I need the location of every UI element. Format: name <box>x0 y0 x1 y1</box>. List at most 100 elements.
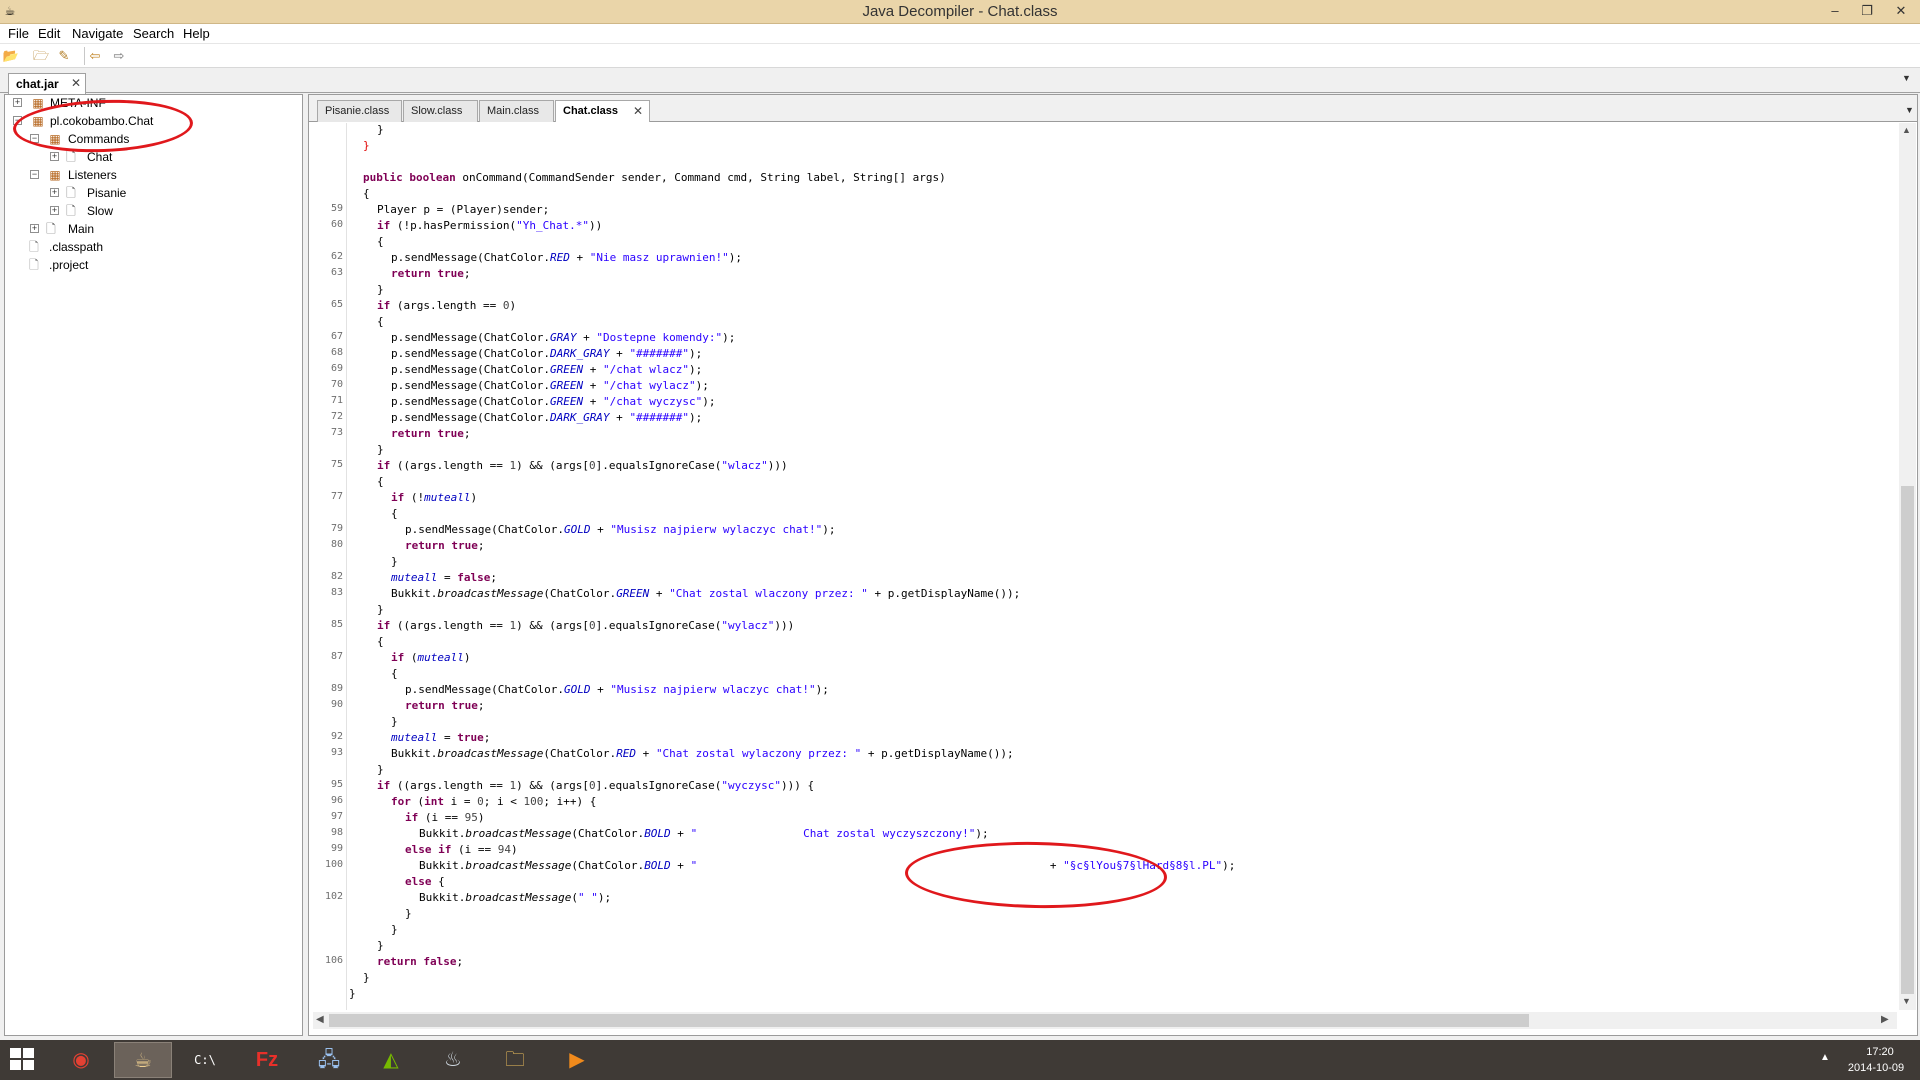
collapse-icon[interactable]: − <box>30 134 39 143</box>
line-number: 59 <box>330 203 343 214</box>
expand-icon[interactable]: + <box>30 224 39 233</box>
tree-node-label: Listeners <box>68 168 117 182</box>
open-file-icon[interactable]: 📂 <box>2 47 20 65</box>
tree-node-slow[interactable]: + 🗋 Slow <box>50 203 290 221</box>
menu-navigate[interactable]: Navigate <box>72 26 123 41</box>
code-line: } <box>405 907 412 920</box>
tree-node-commands[interactable]: − ▦ Commands <box>30 131 290 149</box>
filezilla-icon[interactable]: Fz <box>238 1042 296 1078</box>
code-line: } <box>391 923 398 936</box>
expand-icon[interactable]: + <box>50 188 59 197</box>
jar-tab-dropdown-icon[interactable]: ▼ <box>1902 73 1911 83</box>
scroll-down-icon[interactable]: ▼ <box>1902 996 1911 1006</box>
close-button[interactable]: ✕ <box>1886 1 1916 21</box>
window-title: Java Decompiler - Chat.class <box>862 3 1058 20</box>
editor-tab-bar: Pisanie.class Slow.class Main.class Chat… <box>309 95 1917 122</box>
tree-node-main[interactable]: + 🗋 Main <box>30 221 290 239</box>
open-type-icon[interactable]: 🗁 <box>32 47 50 65</box>
maximize-button[interactable]: ❐ <box>1852 1 1882 21</box>
tree-node-project[interactable]: 🗋 .project <box>27 257 287 275</box>
tree-node-listeners[interactable]: − ▦ Listeners <box>30 167 290 185</box>
back-icon[interactable]: ⇦ <box>86 47 104 65</box>
code-line: for (int i = 0; i < 100; i++) { <box>391 795 597 808</box>
line-number: 83 <box>330 587 343 598</box>
jar-tab-close-icon[interactable]: ✕ <box>71 76 81 90</box>
tree-node-meta-inf[interactable]: + ▦ META-INF <box>13 95 293 113</box>
tab-label: Main.class <box>487 105 539 117</box>
chrome-icon[interactable]: ◉ <box>52 1042 110 1078</box>
menu-file[interactable]: File <box>8 26 29 41</box>
horizontal-scrollbar[interactable]: ◀ ▶ <box>313 1012 1897 1029</box>
editor-tab-dropdown-icon[interactable]: ▼ <box>1905 105 1914 115</box>
code-line: if (args.length == 0) <box>377 299 517 312</box>
scroll-up-icon[interactable]: ▲ <box>1902 125 1911 135</box>
clock-date[interactable]: 2014-10-09 <box>1838 1062 1914 1074</box>
code-line: else if (i == 94) <box>405 843 518 856</box>
menu-search[interactable]: Search <box>133 26 174 41</box>
code-line: p.sendMessage(ChatColor.GRAY + "Dostepne… <box>391 331 736 344</box>
clock-time[interactable]: 17:20 <box>1848 1046 1912 1058</box>
tree-node-package[interactable]: − ▦ pl.cokobambo.Chat <box>13 113 293 131</box>
tree-node-chat[interactable]: + 🗋 Chat <box>50 149 290 167</box>
line-number: 99 <box>330 843 343 854</box>
code-line: return true; <box>405 539 485 552</box>
toolbar-separator <box>84 47 85 65</box>
forward-icon[interactable]: ⇨ <box>110 47 128 65</box>
tab-chat-class[interactable]: Chat.class ✕ <box>555 100 650 122</box>
tree-node-label: META-INF <box>50 96 106 110</box>
windows-start-button[interactable] <box>10 1048 36 1072</box>
tree-node-label: .classpath <box>49 240 104 254</box>
line-number: 106 <box>324 955 343 966</box>
scroll-left-icon[interactable]: ◀ <box>316 1014 324 1025</box>
tab-close-icon[interactable]: ✕ <box>633 104 643 118</box>
code-line: muteall = true; <box>391 731 491 744</box>
find-icon[interactable]: ✎ <box>55 47 73 65</box>
code-line: if ((args.length == 1) && (args[0].equal… <box>377 779 815 792</box>
code-line: else { <box>405 875 445 888</box>
media-player-icon[interactable]: ▶ <box>548 1042 606 1078</box>
code-line: { <box>377 235 384 248</box>
network-icon[interactable]: 🖧 <box>300 1042 358 1078</box>
tree-node-classpath[interactable]: 🗋 .classpath <box>27 239 287 257</box>
code-line: } <box>363 971 370 984</box>
jar-tab[interactable]: chat.jar ✕ <box>8 73 86 94</box>
code-line: } <box>391 715 398 728</box>
code-line: Bukkit.broadcastMessage(ChatColor.GREEN … <box>391 587 1021 600</box>
expand-icon[interactable]: + <box>50 152 59 161</box>
code-line: p.sendMessage(ChatColor.DARK_GRAY + "###… <box>391 411 703 424</box>
horizontal-scroll-thumb[interactable] <box>329 1014 1529 1027</box>
vertical-scrollbar[interactable]: ▲ ▼ <box>1899 123 1916 1010</box>
tab-slow-class[interactable]: Slow.class <box>403 100 478 122</box>
code-line: } <box>363 139 370 152</box>
code-line: Bukkit.broadcastMessage(" "); <box>419 891 612 904</box>
menu-edit[interactable]: Edit <box>38 26 60 41</box>
tree-node-pisanie[interactable]: + 🗋 Pisanie <box>50 185 290 203</box>
steam-icon[interactable]: ♨ <box>424 1042 482 1078</box>
nvidia-icon[interactable]: ◭ <box>362 1042 420 1078</box>
line-number: 68 <box>330 347 343 358</box>
scroll-right-icon[interactable]: ▶ <box>1881 1014 1889 1025</box>
minimize-button[interactable]: – <box>1820 1 1850 21</box>
java-decompiler-icon[interactable]: ☕ <box>114 1042 172 1078</box>
code-line: } <box>377 763 384 776</box>
menu-help[interactable]: Help <box>183 26 210 41</box>
line-number: 92 <box>330 731 343 742</box>
code-line: { <box>363 187 370 200</box>
expand-icon[interactable]: + <box>50 206 59 215</box>
code-line: } <box>377 123 384 136</box>
tray-expand-icon[interactable]: ▲ <box>1820 1052 1830 1063</box>
line-number: 100 <box>324 859 343 870</box>
tab-pisanie-class[interactable]: Pisanie.class <box>317 100 402 122</box>
vertical-scroll-thumb[interactable] <box>1901 486 1914 994</box>
cmd-icon[interactable]: C:\ <box>176 1042 234 1078</box>
line-number: 87 <box>330 651 343 662</box>
expand-icon[interactable]: + <box>13 98 22 107</box>
collapse-icon[interactable]: − <box>13 116 22 125</box>
code-line: return true; <box>405 699 485 712</box>
code-view[interactable]: } } public boolean onCommand(CommandSend… <box>349 123 1897 1010</box>
tab-main-class[interactable]: Main.class <box>479 100 554 122</box>
explorer-icon[interactable]: 🗀 <box>486 1042 544 1078</box>
line-number: 97 <box>330 811 343 822</box>
collapse-icon[interactable]: − <box>30 170 39 179</box>
code-line: muteall = false; <box>391 571 497 584</box>
